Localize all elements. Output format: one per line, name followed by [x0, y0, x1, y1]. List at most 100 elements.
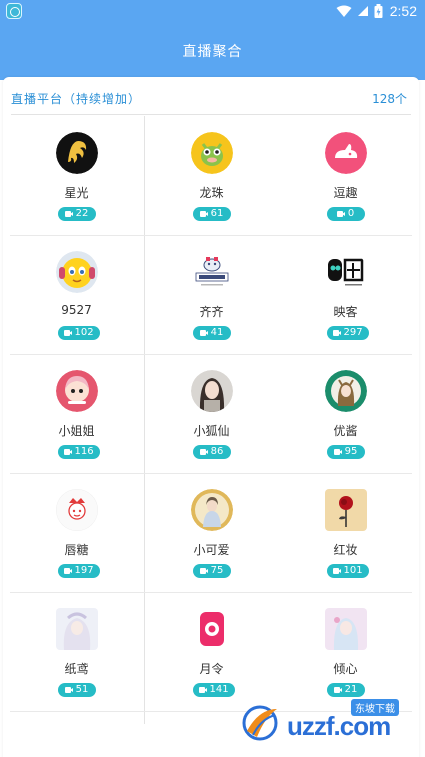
badge-count: 61 — [210, 208, 224, 219]
badge-count: 41 — [210, 327, 224, 338]
viewer-badge: 61 — [192, 207, 231, 221]
badge-count: 101 — [343, 565, 363, 576]
badge-count: 22 — [75, 208, 89, 219]
app-notification-icon — [6, 3, 22, 19]
kite-avatar — [55, 608, 98, 650]
rabbit-avatar — [324, 132, 367, 174]
platform-item[interactable]: 小可爱 75 — [145, 473, 278, 592]
viewer-badge: 102 — [57, 326, 100, 340]
badge-count: 116 — [74, 446, 94, 457]
platform-grid: 星光 22 龙珠 61 逗趣 0 9527 102 齐齐 41 映客 297 小… — [10, 116, 412, 724]
platform-item[interactable]: 唇糖 197 — [10, 473, 143, 592]
viewer-badge: 0 — [326, 207, 365, 221]
page-title: 直播聚合 — [182, 44, 243, 60]
viewer-badge: 101 — [326, 564, 369, 578]
dragon-ball-avatar — [190, 132, 233, 174]
platform-name: 小姐姐 — [58, 424, 95, 438]
girl-avatar — [55, 370, 98, 412]
platform-name: 齐齐 — [199, 305, 224, 319]
badge-count: 95 — [344, 446, 358, 457]
platform-name: 逗趣 — [333, 186, 358, 200]
platform-name: 优酱 — [333, 424, 358, 438]
viewer-badge: 41 — [192, 326, 231, 340]
platform-name: 红妆 — [333, 543, 358, 557]
viewer-badge: 197 — [57, 564, 100, 578]
viewer-badge: 141 — [192, 683, 235, 697]
badge-count: 51 — [75, 684, 89, 695]
battery-icon — [374, 4, 383, 18]
fox-avatar — [190, 370, 233, 412]
clock: 2:52 — [389, 3, 417, 19]
cute-avatar — [190, 489, 233, 531]
platform-item[interactable]: 纸鸢 51 — [10, 592, 143, 711]
status-icons: 2:52 — [336, 2, 417, 20]
viewer-badge: 22 — [57, 207, 96, 221]
camera-icon — [64, 211, 73, 217]
platform-name: 龙珠 — [199, 186, 224, 200]
camera-icon — [332, 568, 341, 574]
wifi-icon — [336, 5, 352, 17]
camera-icon — [199, 568, 208, 574]
badge-count: 297 — [343, 327, 363, 338]
camera-icon — [333, 449, 342, 455]
camera-icon — [63, 449, 72, 455]
camera-icon — [63, 330, 72, 336]
platform-item[interactable]: 小姐姐 116 — [10, 354, 143, 473]
section-header: 直播平台（持续增加） 128个 — [11, 87, 411, 115]
camera-icon — [332, 330, 341, 336]
platform-name: 星光 — [64, 186, 89, 200]
badge-count: 0 — [347, 208, 355, 219]
camera-icon — [64, 687, 73, 693]
yueling-avatar — [190, 608, 233, 650]
viewer-badge: 86 — [192, 445, 231, 459]
platform-count: 128个 — [372, 92, 407, 106]
platform-name: 月令 — [199, 662, 224, 676]
platform-item[interactable]: 小狐仙 86 — [145, 354, 278, 473]
site-logo — [242, 705, 278, 741]
platform-item[interactable]: 龙珠 61 — [145, 116, 278, 235]
viewer-badge: 95 — [326, 445, 365, 459]
section-title: 直播平台（持续增加） — [11, 92, 142, 106]
star-light-avatar — [55, 132, 98, 174]
yingke-avatar — [324, 251, 367, 293]
emoji-avatar — [55, 251, 98, 293]
platform-item[interactable]: 红妆 101 — [279, 473, 412, 592]
app-header: 直播聚合 — [0, 22, 425, 80]
platform-item[interactable]: 优酱 95 — [279, 354, 412, 473]
watermark-tag: 东坡下载 — [351, 699, 399, 716]
platform-name: 纸鸢 — [64, 662, 89, 676]
badge-count: 86 — [210, 446, 224, 457]
camera-icon — [63, 568, 72, 574]
camera-icon — [198, 687, 207, 693]
platform-name: 倾心 — [333, 662, 358, 676]
platform-name: 小狐仙 — [193, 424, 230, 438]
camera-icon — [199, 449, 208, 455]
platform-name: 小可爱 — [193, 543, 230, 557]
platform-name: 9527 — [61, 303, 92, 317]
platform-item[interactable]: 月令 141 — [145, 592, 278, 711]
signal-icon — [357, 6, 368, 16]
platform-item[interactable]: 逗趣 0 — [279, 116, 412, 235]
qiqi-avatar — [190, 251, 233, 293]
badge-count: 75 — [210, 565, 224, 576]
status-bar: 2:52 — [0, 0, 425, 22]
camera-icon — [336, 211, 345, 217]
lips-avatar — [55, 489, 98, 531]
badge-count: 21 — [344, 684, 358, 695]
platform-name: 唇糖 — [64, 543, 89, 557]
viewer-badge: 297 — [326, 326, 369, 340]
badge-count: 141 — [209, 684, 229, 695]
platform-item[interactable]: 映客 297 — [279, 235, 412, 354]
camera-icon — [199, 211, 208, 217]
viewer-badge: 21 — [326, 683, 365, 697]
rose-avatar — [324, 489, 367, 531]
platform-item[interactable]: 星光 22 — [10, 116, 143, 235]
youjiang-avatar — [324, 370, 367, 412]
platform-item[interactable]: 齐齐 41 — [145, 235, 278, 354]
viewer-badge: 75 — [192, 564, 231, 578]
viewer-badge: 51 — [57, 683, 96, 697]
platform-item[interactable]: 9527 102 — [10, 235, 143, 354]
site-watermark: uzzf.com 东坡下载 — [239, 699, 419, 745]
platform-item[interactable]: 倾心 21 — [279, 592, 412, 711]
qingxin-avatar — [324, 608, 367, 650]
